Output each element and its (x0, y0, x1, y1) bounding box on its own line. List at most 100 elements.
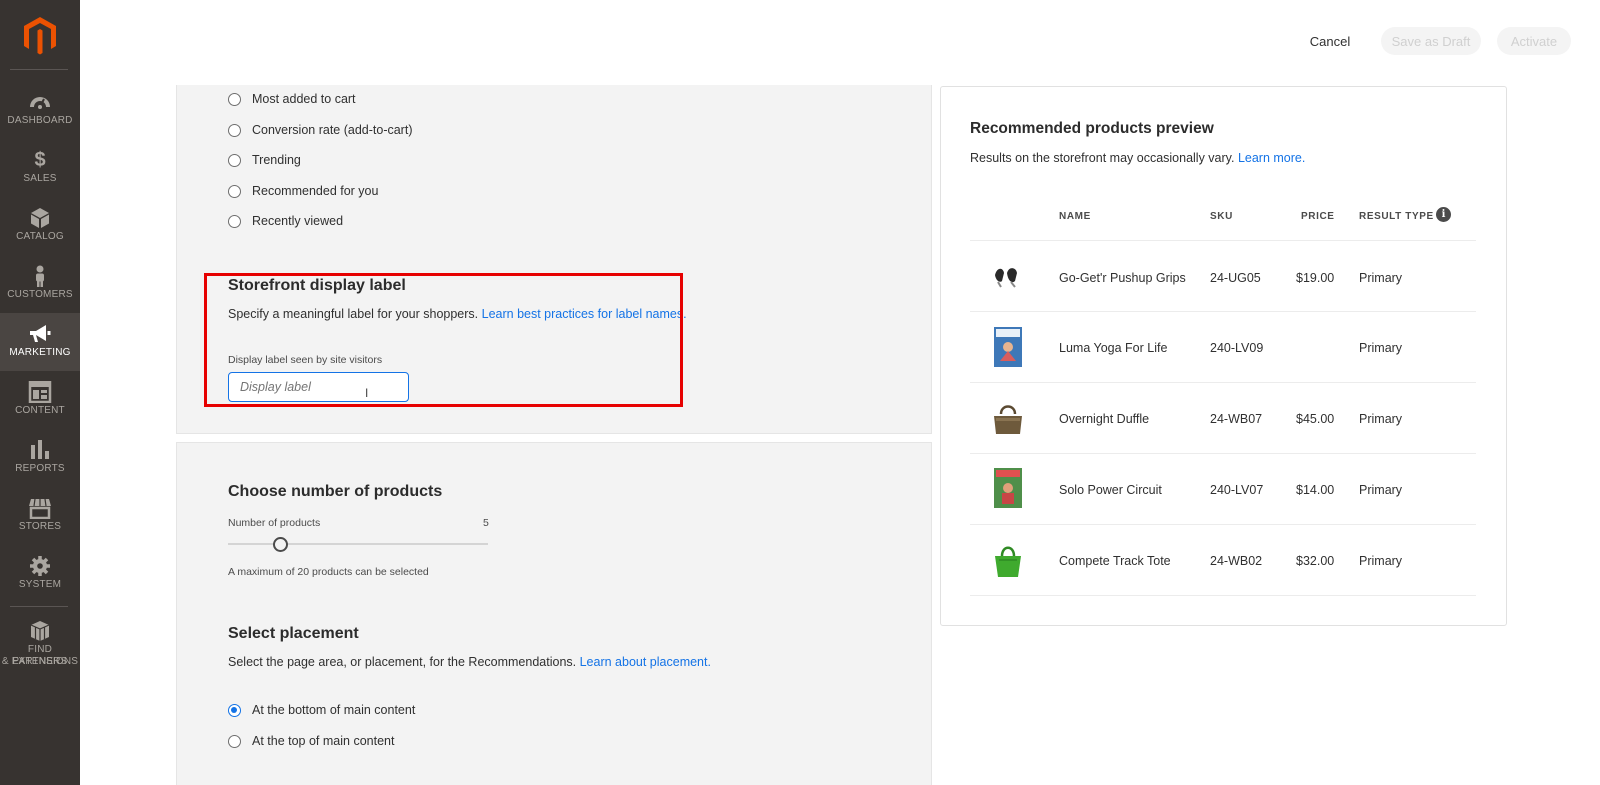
layout-icon (28, 381, 52, 403)
product-sku: 24-WB07 (1210, 412, 1263, 426)
column-header-price: PRICE (1301, 211, 1335, 222)
radio-most-added-to-cart[interactable]: Most added to cart (228, 90, 356, 108)
sidebar-item-catalog[interactable]: CATALOG (0, 197, 80, 255)
recommended-products-preview-card (940, 86, 1507, 626)
sidebar-item-label: CUSTOMERS (7, 289, 73, 300)
product-thumbnail (994, 327, 1022, 367)
product-thumbnail (994, 468, 1022, 508)
sidebar-item-marketing[interactable]: MARKETING (0, 313, 80, 371)
product-name: Solo Power Circuit (1059, 483, 1162, 497)
radio-button[interactable] (228, 703, 241, 717)
radio-top-of-main-content[interactable]: At the top of main content (228, 732, 394, 750)
table-divider (970, 240, 1476, 241)
radio-button[interactable] (228, 184, 241, 198)
sidebar-item-label: SYSTEM (18, 579, 62, 590)
sidebar-item-system[interactable]: SYSTEM (0, 545, 80, 603)
radio-label: Conversion rate (add-to-cart) (252, 123, 413, 137)
product-name: Overnight Duffle (1059, 412, 1150, 426)
subtitle-text: Results on the storefront may occasional… (970, 151, 1235, 165)
table-divider (970, 524, 1476, 525)
product-name: Compete Track Tote (1059, 554, 1171, 568)
radio-button[interactable] (228, 123, 241, 137)
placement-description: Select the page area, or placement, for … (228, 655, 711, 669)
product-result-type: Primary (1359, 341, 1403, 355)
sidebar-item-label: STORES (18, 521, 62, 532)
radio-trending[interactable]: Trending (228, 151, 301, 169)
save-as-draft-button[interactable]: Save as Draft (1381, 27, 1481, 55)
product-result-type: Primary (1359, 271, 1403, 285)
table-divider (970, 595, 1476, 596)
highlight-annotation-box (204, 273, 683, 407)
preview-title: Recommended products preview (970, 120, 1214, 137)
radio-button[interactable] (228, 734, 241, 748)
column-header-result-type: RESULT TYPE (1359, 211, 1434, 222)
dollar-icon: $ (34, 149, 46, 171)
radio-label: Recently viewed (252, 214, 344, 228)
number-of-products-value: 5 (483, 517, 489, 529)
sidebar-item-find-partners[interactable]: FIND PARTNERS & EXTENSIONS (0, 610, 80, 670)
radio-label: Most added to cart (252, 92, 356, 106)
bar-chart-icon (31, 440, 49, 459)
radio-label: Trending (252, 153, 301, 167)
person-icon (36, 265, 44, 287)
sidebar-item-label: DASHBOARD (7, 115, 73, 126)
sidebar-item-stores[interactable]: STORES (0, 487, 80, 545)
activate-button[interactable]: Activate (1497, 27, 1571, 55)
radio-bottom-of-main-content[interactable]: At the bottom of main content (228, 701, 415, 719)
learn-more-link[interactable]: Learn more. (1238, 151, 1305, 165)
info-icon[interactable]: i (1436, 207, 1451, 222)
cancel-button[interactable]: Cancel (1294, 29, 1366, 53)
placement-title: Select placement (228, 625, 359, 642)
sidebar-item-sales[interactable]: $ SALES (0, 139, 80, 197)
radio-label: At the top of main content (252, 734, 395, 748)
sidebar-item-label: REPORTS (15, 463, 65, 474)
radio-button[interactable] (228, 214, 241, 228)
sidebar-item-label: MARKETING (9, 347, 71, 358)
sidebar-divider (10, 69, 68, 70)
sidebar-item-label: CATALOG (16, 231, 64, 242)
radio-recommended-for-you[interactable]: Recommended for you (228, 182, 378, 200)
radio-label: At the bottom of main content (252, 703, 416, 717)
product-result-type: Primary (1359, 412, 1403, 426)
magento-logo[interactable] (22, 16, 58, 56)
sidebar-item-label: CONTENT (15, 405, 65, 416)
product-thumbnail (995, 268, 1017, 288)
radio-label: Recommended for you (252, 184, 379, 198)
preview-subtitle: Results on the storefront may occasional… (970, 151, 1305, 165)
product-sku: 24-UG05 (1210, 271, 1261, 285)
sidebar-item-label-line2: & EXTENSIONS (1, 656, 79, 667)
products-slider-handle[interactable] (272, 537, 288, 552)
product-thumbnail (995, 546, 1021, 577)
products-slider-track[interactable] (228, 543, 488, 545)
number-of-products-label: Number of products (228, 517, 321, 529)
dashboard-icon (30, 97, 50, 109)
product-price: $19.00 (1296, 271, 1335, 285)
learn-about-placement-link[interactable]: Learn about placement. (580, 655, 711, 669)
sidebar-divider (10, 606, 68, 607)
product-sku: 24-WB02 (1210, 554, 1263, 568)
sidebar-item-reports[interactable]: REPORTS (0, 429, 80, 487)
table-divider (970, 453, 1476, 454)
cubes-icon (30, 621, 50, 641)
product-price: $32.00 (1296, 554, 1335, 568)
product-result-type: Primary (1359, 483, 1403, 497)
radio-button[interactable] (228, 153, 241, 167)
box-icon (31, 208, 49, 228)
radio-button[interactable] (228, 92, 241, 106)
column-header-name: NAME (1059, 211, 1091, 222)
sidebar-item-dashboard[interactable]: DASHBOARD (0, 81, 80, 139)
description-text: Select the page area, or placement, for … (228, 655, 577, 669)
product-sku: 240-LV07 (1210, 483, 1264, 497)
product-name: Luma Yoga For Life (1059, 341, 1168, 355)
product-sku: 240-LV09 (1210, 341, 1264, 355)
number-of-products-title: Choose number of products (228, 483, 443, 500)
sidebar-item-customers[interactable]: CUSTOMERS (0, 255, 80, 313)
table-divider (970, 382, 1476, 383)
radio-recently-viewed[interactable]: Recently viewed (228, 212, 343, 230)
sidebar-item-content[interactable]: CONTENT (0, 371, 80, 429)
product-result-type: Primary (1359, 554, 1403, 568)
radio-conversion-rate[interactable]: Conversion rate (add-to-cart) (228, 121, 412, 139)
table-divider (970, 311, 1476, 312)
megaphone-icon (30, 325, 51, 342)
product-thumbnail (994, 405, 1022, 434)
